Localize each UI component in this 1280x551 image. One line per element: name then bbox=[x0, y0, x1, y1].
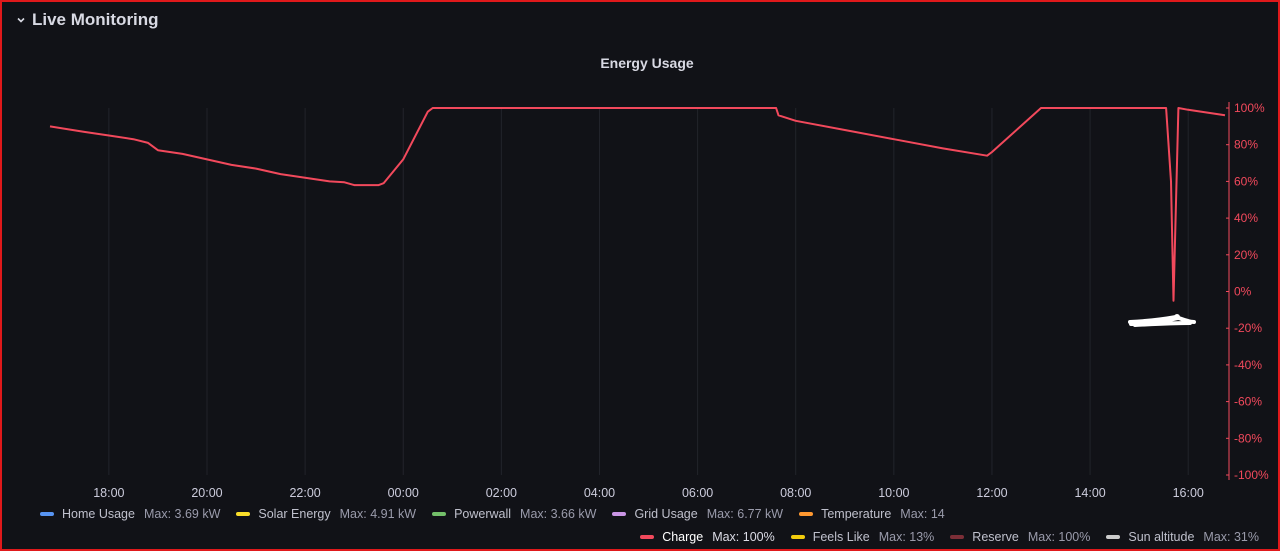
legend-max: Max: 14 bbox=[900, 507, 945, 521]
legend-name: Feels Like bbox=[812, 530, 870, 544]
legend-item-solar-energy[interactable]: Solar Energy Max: 4.91 kW bbox=[236, 507, 416, 521]
y-tick-label: -60% bbox=[1234, 395, 1262, 409]
annotation-scribble bbox=[1128, 315, 1196, 327]
y-tick-label: 0% bbox=[1234, 285, 1252, 299]
y-tick-label: 40% bbox=[1234, 211, 1258, 225]
legend-item-powerwall[interactable]: Powerwall Max: 3.66 kW bbox=[432, 507, 596, 521]
x-tick-label: 22:00 bbox=[289, 486, 320, 500]
legend-item-temperature[interactable]: Temperature Max: 14 bbox=[799, 507, 945, 521]
legend-row-2: Charge Max: 100% Feels Like Max: 13% Reserve… bbox=[640, 530, 1259, 544]
series-layer bbox=[49, 107, 1226, 302]
y-tick-label: 80% bbox=[1234, 138, 1258, 152]
legend-max: Max: 4.91 kW bbox=[339, 507, 417, 521]
y-tick-label: -20% bbox=[1234, 321, 1262, 335]
legend-item-reserve[interactable]: Reserve Max: 100% bbox=[950, 530, 1090, 544]
legend-swatch bbox=[612, 512, 627, 516]
legend-max: Max: 100% bbox=[1027, 530, 1091, 544]
legend-name: Solar Energy bbox=[258, 507, 331, 521]
x-tick-label: 00:00 bbox=[388, 486, 419, 500]
x-tick-label: 20:00 bbox=[191, 486, 222, 500]
legend-max: Max: 13% bbox=[878, 530, 935, 544]
legend-row-1: Home Usage Max: 3.69 kW Solar Energy Max: 4… bbox=[40, 507, 945, 521]
x-tick-label: 10:00 bbox=[878, 486, 909, 500]
y-tick-label: -80% bbox=[1234, 431, 1262, 445]
legend-name: Sun altitude bbox=[1128, 530, 1195, 544]
y-axis: 100% 80% 60% 40% 20% 0% -20% -40% -60% -80% -100% bbox=[1226, 101, 1269, 482]
annotation-dot bbox=[1174, 314, 1180, 320]
x-tick-label: 16:00 bbox=[1173, 486, 1204, 500]
x-tick-label: 14:00 bbox=[1074, 486, 1105, 500]
grid bbox=[108, 108, 1189, 475]
legend-name: Reserve bbox=[972, 530, 1019, 544]
energy-usage-chart[interactable]: 100%80%60%40%20%0%-20%-40%-60%-80%-100% … bbox=[0, 0, 1280, 551]
x-tick-label: 18:00 bbox=[93, 486, 124, 500]
legend-name: Home Usage bbox=[62, 507, 135, 521]
legend-swatch bbox=[1106, 535, 1121, 539]
legend-name: Charge bbox=[662, 530, 704, 544]
y-tick-label: 60% bbox=[1234, 174, 1258, 188]
legend-name: Grid Usage bbox=[634, 507, 698, 521]
legend-item-sun-altitude[interactable]: Sun altitude Max: 31% bbox=[1106, 530, 1259, 544]
legend-swatch bbox=[790, 535, 805, 539]
legend-max: Max: 100% bbox=[712, 530, 775, 544]
x-axis: 18:00 20:00 22:00 00:00 02:00 04:00 06:00 08:00… bbox=[93, 486, 1204, 500]
x-tick-label: 12:00 bbox=[976, 486, 1007, 500]
legend-name: Powerwall bbox=[454, 507, 512, 521]
series-line-charge[interactable] bbox=[49, 107, 1226, 302]
y-tick-label: 100% bbox=[1234, 101, 1265, 115]
legend-max: Max: 3.66 kW bbox=[520, 507, 597, 521]
legend-swatch bbox=[236, 512, 251, 516]
legend-swatch bbox=[950, 535, 965, 539]
y-tick-label: 20% bbox=[1234, 248, 1258, 262]
legend-item-grid-usage[interactable]: Grid Usage Max: 6.77 kW bbox=[612, 507, 783, 521]
y-tick-label: -40% bbox=[1234, 358, 1262, 372]
x-tick-label: 08:00 bbox=[780, 486, 811, 500]
legend-max: Max: 3.69 kW bbox=[143, 507, 221, 521]
legend-name: Temperature bbox=[821, 507, 892, 521]
legend-item-charge[interactable]: Charge Max: 100% bbox=[640, 530, 775, 544]
legend-swatch bbox=[640, 535, 655, 539]
x-tick-label: 06:00 bbox=[682, 486, 713, 500]
legend-swatch bbox=[40, 512, 54, 516]
x-tick-label: 04:00 bbox=[584, 486, 615, 500]
legend-item-home-usage[interactable]: Home Usage Max: 3.69 kW bbox=[40, 507, 220, 521]
legend-max: Max: 31% bbox=[1203, 530, 1259, 544]
legend-swatch bbox=[432, 512, 447, 516]
legend-item-feels-like[interactable]: Feels Like Max: 13% bbox=[790, 530, 935, 544]
legend-swatch bbox=[799, 512, 814, 516]
x-tick-label: 02:00 bbox=[486, 486, 517, 500]
y-tick-label: -100% bbox=[1234, 468, 1269, 482]
legend-max: Max: 6.77 kW bbox=[706, 507, 784, 521]
